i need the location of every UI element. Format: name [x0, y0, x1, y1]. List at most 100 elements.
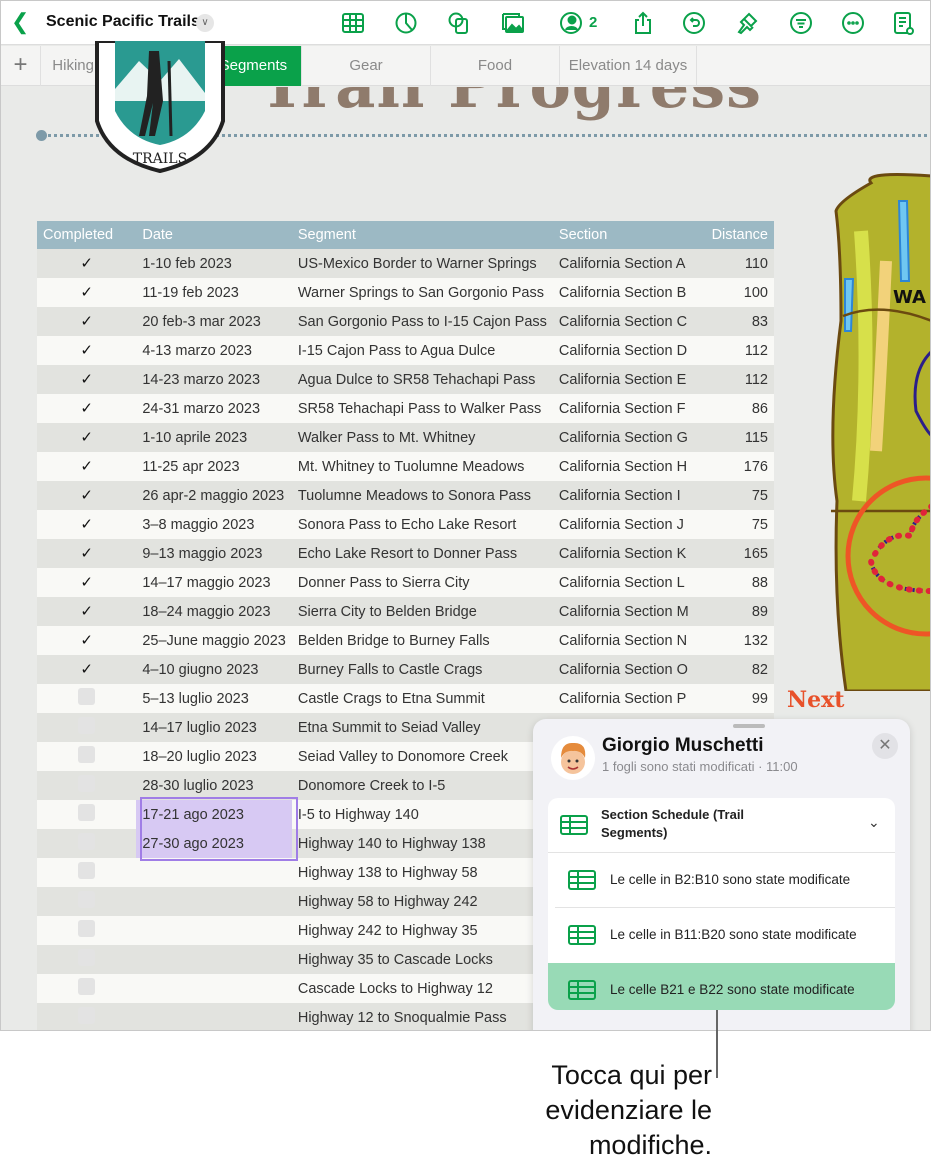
checkbox-checked[interactable]: ✓	[78, 400, 95, 417]
add-sheet-button[interactable]: +	[1, 46, 41, 86]
date-cell[interactable]: 4-13 marzo 2023	[136, 336, 292, 365]
format-brush-icon[interactable]	[735, 11, 759, 35]
segment-cell[interactable]: Castle Crags to Etna Summit	[291, 684, 553, 713]
distance-cell[interactable]: 100	[701, 278, 774, 307]
segment-cell[interactable]: Donner Pass to Sierra City	[291, 568, 553, 597]
checkbox[interactable]	[78, 746, 96, 763]
completed-cell[interactable]: ✓	[37, 278, 137, 307]
completed-cell[interactable]	[37, 974, 137, 1003]
checkbox[interactable]	[78, 833, 96, 850]
checkbox-checked[interactable]: ✓	[78, 603, 95, 620]
date-cell[interactable]: 18–20 luglio 2023	[136, 742, 292, 771]
segment-cell[interactable]: Seiad Valley to Donomore Creek	[291, 742, 553, 771]
date-cell[interactable]: 11-25 apr 2023	[136, 452, 292, 481]
segment-cell[interactable]: Highway 138 to Highway 58	[291, 858, 553, 887]
share-icon[interactable]	[631, 11, 655, 35]
checkbox-checked[interactable]: ✓	[78, 661, 95, 678]
completed-cell[interactable]	[37, 916, 137, 945]
date-cell[interactable]: 18–24 maggio 2023	[136, 597, 292, 626]
back-icon[interactable]: ❮	[11, 9, 29, 35]
section-cell[interactable]: California Section I	[552, 481, 702, 510]
completed-cell[interactable]: ✓	[37, 626, 137, 655]
date-cell[interactable]: 1-10 feb 2023	[136, 249, 292, 278]
section-cell[interactable]: California Section M	[552, 597, 702, 626]
segment-cell[interactable]: Warner Springs to San Gorgonio Pass	[291, 278, 553, 307]
chart-icon[interactable]	[394, 11, 418, 35]
checkbox-checked[interactable]: ✓	[78, 487, 95, 504]
tab-gear[interactable]: Gear	[302, 46, 431, 86]
date-cell[interactable]	[136, 887, 292, 916]
date-cell[interactable]: 24-31 marzo 2023	[136, 394, 292, 423]
checkbox-checked[interactable]: ✓	[78, 574, 95, 591]
date-cell[interactable]: 25–June maggio 2023	[136, 626, 292, 655]
more-icon[interactable]	[841, 11, 865, 35]
column-header[interactable]: Distance	[701, 221, 774, 249]
collaborators-count[interactable]: 2	[589, 14, 597, 31]
document-icon[interactable]	[891, 11, 915, 35]
segment-cell[interactable]: Highway 140 to Highway 138	[291, 829, 553, 858]
segment-cell[interactable]: Donomore Creek to I-5	[291, 771, 553, 800]
checkbox-checked[interactable]: ✓	[78, 545, 95, 562]
checkbox[interactable]	[78, 920, 96, 937]
checkbox-checked[interactable]: ✓	[78, 342, 95, 359]
date-cell[interactable]: 3–8 maggio 2023	[136, 510, 292, 539]
completed-cell[interactable]: ✓	[37, 336, 137, 365]
segment-cell[interactable]: Echo Lake Resort to Donner Pass	[291, 539, 553, 568]
column-header[interactable]: Date	[136, 221, 292, 249]
checkbox-checked[interactable]: ✓	[78, 632, 95, 649]
distance-cell[interactable]: 86	[701, 394, 774, 423]
date-cell[interactable]	[136, 858, 292, 887]
checkbox[interactable]	[78, 949, 96, 966]
completed-cell[interactable]	[37, 829, 137, 858]
date-cell[interactable]	[136, 916, 292, 945]
completed-cell[interactable]	[37, 1003, 137, 1030]
change-item[interactable]: Le celle in B11:B20 sono state modificat…	[548, 908, 895, 963]
checkbox[interactable]	[78, 804, 96, 821]
completed-cell[interactable]: ✓	[37, 452, 137, 481]
date-cell[interactable]: 28-30 luglio 2023	[136, 771, 292, 800]
completed-cell[interactable]: ✓	[37, 481, 137, 510]
completed-cell[interactable]: ✓	[37, 249, 137, 278]
table-icon[interactable]	[341, 11, 365, 35]
checkbox-checked[interactable]: ✓	[78, 458, 95, 475]
section-cell[interactable]: California Section D	[552, 336, 702, 365]
date-cell[interactable]: 9–13 maggio 2023	[136, 539, 292, 568]
distance-cell[interactable]: 89	[701, 597, 774, 626]
change-item-highlighted[interactable]: Le celle B21 e B22 sono state modificate	[548, 963, 895, 1010]
column-header[interactable]: Segment	[291, 221, 553, 249]
title-menu-chevron-icon[interactable]: ∨	[196, 14, 214, 32]
completed-cell[interactable]	[37, 858, 137, 887]
checkbox[interactable]	[78, 862, 96, 879]
date-cell[interactable]: 14-23 marzo 2023	[136, 365, 292, 394]
date-cell[interactable]: 14–17 luglio 2023	[136, 713, 292, 742]
distance-cell[interactable]: 176	[701, 452, 774, 481]
section-cell[interactable]: California Section F	[552, 394, 702, 423]
completed-cell[interactable]	[37, 800, 137, 829]
checkbox[interactable]	[78, 688, 96, 705]
panel-grabber[interactable]	[733, 724, 765, 728]
undo-icon[interactable]	[682, 11, 706, 35]
date-cell[interactable]: 20 feb-3 mar 2023	[136, 307, 292, 336]
section-cell[interactable]: California Section K	[552, 539, 702, 568]
date-cell[interactable]: 14–17 maggio 2023	[136, 568, 292, 597]
distance-cell[interactable]: 115	[701, 423, 774, 452]
segment-cell[interactable]: I-5 to Highway 140	[291, 800, 553, 829]
checkbox[interactable]	[78, 891, 96, 908]
section-cell[interactable]: California Section C	[552, 307, 702, 336]
distance-cell[interactable]: 132	[701, 626, 774, 655]
segment-cell[interactable]: Highway 12 to Snoqualmie Pass	[291, 1003, 553, 1030]
segment-cell[interactable]: Etna Summit to Seiad Valley	[291, 713, 553, 742]
section-cell[interactable]: California Section A	[552, 249, 702, 278]
document-title[interactable]: Scenic Pacific Trails	[46, 13, 200, 31]
section-cell[interactable]: California Section G	[552, 423, 702, 452]
completed-cell[interactable]	[37, 684, 137, 713]
segment-cell[interactable]: Highway 35 to Cascade Locks	[291, 945, 553, 974]
distance-cell[interactable]: 112	[701, 365, 774, 394]
completed-cell[interactable]: ✓	[37, 597, 137, 626]
distance-cell[interactable]: 99	[701, 684, 774, 713]
section-cell[interactable]: California Section L	[552, 568, 702, 597]
completed-cell[interactable]: ✓	[37, 365, 137, 394]
checkbox-checked[interactable]: ✓	[78, 429, 95, 446]
completed-cell[interactable]: ✓	[37, 539, 137, 568]
checkbox-checked[interactable]: ✓	[78, 255, 95, 272]
